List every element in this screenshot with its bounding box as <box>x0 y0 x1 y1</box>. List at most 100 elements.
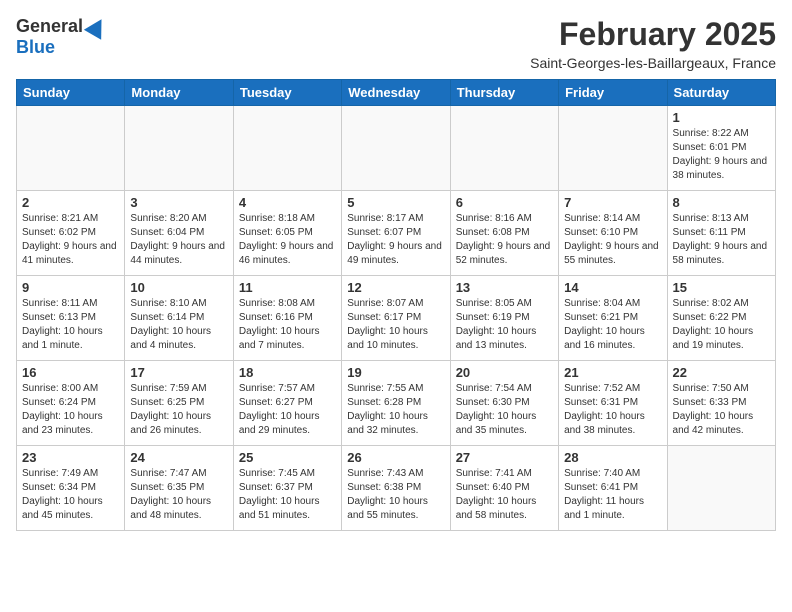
calendar-cell: 11 Sunrise: 8:08 AM Sunset: 6:16 PM Dayli… <box>233 276 341 361</box>
day-info: Sunrise: 7:59 AM Sunset: 6:25 PM Dayligh… <box>130 382 227 438</box>
calendar-cell: 2 Sunrise: 8:21 AM Sunset: 6:02 PM Daylig… <box>17 191 125 276</box>
calendar-cell: 17 Sunrise: 7:59 AM Sunset: 6:25 PM Dayli… <box>125 361 233 446</box>
day-info: Sunrise: 7:49 AM Sunset: 6:34 PM Dayligh… <box>22 467 119 523</box>
day-info: Sunrise: 8:18 AM Sunset: 6:05 PM Dayligh… <box>239 212 336 268</box>
calendar-header-tuesday: Tuesday <box>233 80 341 106</box>
calendar-cell: 27 Sunrise: 7:41 AM Sunset: 6:40 PM Dayli… <box>450 446 558 531</box>
calendar-header-wednesday: Wednesday <box>342 80 450 106</box>
calendar-cell: 22 Sunrise: 7:50 AM Sunset: 6:33 PM Dayli… <box>667 361 775 446</box>
day-number: 6 <box>456 195 553 210</box>
logo-blue-text: Blue <box>16 37 55 58</box>
day-info: Sunrise: 8:02 AM Sunset: 6:22 PM Dayligh… <box>673 297 770 353</box>
calendar-cell: 6 Sunrise: 8:16 AM Sunset: 6:08 PM Daylig… <box>450 191 558 276</box>
day-info: Sunrise: 8:08 AM Sunset: 6:16 PM Dayligh… <box>239 297 336 353</box>
calendar-cell: 21Sunrise: 7:52 AM Sunset: 6:31 PM Dayli… <box>559 361 667 446</box>
day-info: Sunrise: 7:43 AM Sunset: 6:38 PM Dayligh… <box>347 467 444 523</box>
calendar-cell: 10 Sunrise: 8:10 AM Sunset: 6:14 PM Dayli… <box>125 276 233 361</box>
day-number: 15 <box>673 280 770 295</box>
calendar-cell <box>667 446 775 531</box>
day-info: Sunrise: 7:40 AM Sunset: 6:41 PM Dayligh… <box>564 467 661 523</box>
calendar-header-monday: Monday <box>125 80 233 106</box>
logo-triangle-icon <box>84 14 110 40</box>
calendar-cell: 19Sunrise: 7:55 AM Sunset: 6:28 PM Dayli… <box>342 361 450 446</box>
calendar-cell: 9 Sunrise: 8:11 AM Sunset: 6:13 PM Daylig… <box>17 276 125 361</box>
day-number: 25 <box>239 450 336 465</box>
day-info: Sunrise: 7:45 AM Sunset: 6:37 PM Dayligh… <box>239 467 336 523</box>
day-info: Sunrise: 8:16 AM Sunset: 6:08 PM Dayligh… <box>456 212 553 268</box>
calendar-cell: 16Sunrise: 8:00 AM Sunset: 6:24 PM Dayli… <box>17 361 125 446</box>
calendar-cell: 5 Sunrise: 8:17 AM Sunset: 6:07 PM Daylig… <box>342 191 450 276</box>
day-number: 5 <box>347 195 444 210</box>
calendar-cell: 26 Sunrise: 7:43 AM Sunset: 6:38 PM Dayli… <box>342 446 450 531</box>
calendar-cell <box>559 106 667 191</box>
week-row-5: 23 Sunrise: 7:49 AM Sunset: 6:34 PM Dayli… <box>17 446 776 531</box>
calendar-table: SundayMondayTuesdayWednesdayThursdayFrid… <box>16 79 776 531</box>
day-number: 12 <box>347 280 444 295</box>
day-number: 17 <box>130 365 227 380</box>
day-number: 28 <box>564 450 661 465</box>
calendar-cell: 7 Sunrise: 8:14 AM Sunset: 6:10 PM Daylig… <box>559 191 667 276</box>
day-number: 2 <box>22 195 119 210</box>
day-info: Sunrise: 7:47 AM Sunset: 6:35 PM Dayligh… <box>130 467 227 523</box>
calendar-cell <box>125 106 233 191</box>
day-number: 18 <box>239 365 336 380</box>
day-info: Sunrise: 8:11 AM Sunset: 6:13 PM Dayligh… <box>22 297 119 353</box>
day-number: 11 <box>239 280 336 295</box>
day-info: Sunrise: 7:57 AM Sunset: 6:27 PM Dayligh… <box>239 382 336 438</box>
day-number: 22 <box>673 365 770 380</box>
day-number: 20 <box>456 365 553 380</box>
day-number: 4 <box>239 195 336 210</box>
day-number: 3 <box>130 195 227 210</box>
day-info: Sunrise: 8:22 AM Sunset: 6:01 PM Dayligh… <box>673 127 770 183</box>
month-title: February 2025 <box>530 16 776 53</box>
day-info: Sunrise: 7:50 AM Sunset: 6:33 PM Dayligh… <box>673 382 770 438</box>
day-info: Sunrise: 8:20 AM Sunset: 6:04 PM Dayligh… <box>130 212 227 268</box>
calendar-cell <box>17 106 125 191</box>
week-row-4: 16Sunrise: 8:00 AM Sunset: 6:24 PM Dayli… <box>17 361 776 446</box>
calendar-cell: 15 Sunrise: 8:02 AM Sunset: 6:22 PM Dayli… <box>667 276 775 361</box>
day-number: 10 <box>130 280 227 295</box>
week-row-1: 1 Sunrise: 8:22 AM Sunset: 6:01 PM Daylig… <box>17 106 776 191</box>
day-info: Sunrise: 8:04 AM Sunset: 6:21 PM Dayligh… <box>564 297 661 353</box>
day-info: Sunrise: 7:52 AM Sunset: 6:31 PM Dayligh… <box>564 382 661 438</box>
calendar-header-sunday: Sunday <box>17 80 125 106</box>
calendar-cell: 3 Sunrise: 8:20 AM Sunset: 6:04 PM Daylig… <box>125 191 233 276</box>
day-number: 7 <box>564 195 661 210</box>
day-number: 8 <box>673 195 770 210</box>
day-info: Sunrise: 8:13 AM Sunset: 6:11 PM Dayligh… <box>673 212 770 268</box>
calendar-cell: 28 Sunrise: 7:40 AM Sunset: 6:41 PM Dayli… <box>559 446 667 531</box>
day-number: 9 <box>22 280 119 295</box>
calendar-cell: 4 Sunrise: 8:18 AM Sunset: 6:05 PM Daylig… <box>233 191 341 276</box>
day-info: Sunrise: 8:07 AM Sunset: 6:17 PM Dayligh… <box>347 297 444 353</box>
calendar-cell: 24Sunrise: 7:47 AM Sunset: 6:35 PM Dayli… <box>125 446 233 531</box>
day-info: Sunrise: 7:55 AM Sunset: 6:28 PM Dayligh… <box>347 382 444 438</box>
day-number: 14 <box>564 280 661 295</box>
calendar-cell: 23 Sunrise: 7:49 AM Sunset: 6:34 PM Dayli… <box>17 446 125 531</box>
calendar-header-friday: Friday <box>559 80 667 106</box>
day-info: Sunrise: 8:17 AM Sunset: 6:07 PM Dayligh… <box>347 212 444 268</box>
day-info: Sunrise: 8:00 AM Sunset: 6:24 PM Dayligh… <box>22 382 119 438</box>
calendar-cell <box>450 106 558 191</box>
day-info: Sunrise: 8:14 AM Sunset: 6:10 PM Dayligh… <box>564 212 661 268</box>
day-number: 26 <box>347 450 444 465</box>
title-area: February 2025 Saint-Georges-les-Baillarg… <box>530 16 776 71</box>
calendar-cell: 8 Sunrise: 8:13 AM Sunset: 6:11 PM Daylig… <box>667 191 775 276</box>
calendar-cell <box>342 106 450 191</box>
day-info: Sunrise: 8:21 AM Sunset: 6:02 PM Dayligh… <box>22 212 119 268</box>
calendar-cell: 12 Sunrise: 8:07 AM Sunset: 6:17 PM Dayli… <box>342 276 450 361</box>
day-number: 23 <box>22 450 119 465</box>
calendar-cell: 25 Sunrise: 7:45 AM Sunset: 6:37 PM Dayli… <box>233 446 341 531</box>
day-number: 13 <box>456 280 553 295</box>
calendar-cell: 1 Sunrise: 8:22 AM Sunset: 6:01 PM Daylig… <box>667 106 775 191</box>
calendar-header-row: SundayMondayTuesdayWednesdayThursdayFrid… <box>17 80 776 106</box>
calendar-header-saturday: Saturday <box>667 80 775 106</box>
day-number: 1 <box>673 110 770 125</box>
day-number: 27 <box>456 450 553 465</box>
logo: General Blue <box>16 16 107 58</box>
day-info: Sunrise: 8:10 AM Sunset: 6:14 PM Dayligh… <box>130 297 227 353</box>
week-row-2: 2 Sunrise: 8:21 AM Sunset: 6:02 PM Daylig… <box>17 191 776 276</box>
page-header: General Blue February 2025 Saint-Georges… <box>16 16 776 71</box>
logo-general-text: General <box>16 16 83 37</box>
calendar-header-thursday: Thursday <box>450 80 558 106</box>
day-info: Sunrise: 7:41 AM Sunset: 6:40 PM Dayligh… <box>456 467 553 523</box>
